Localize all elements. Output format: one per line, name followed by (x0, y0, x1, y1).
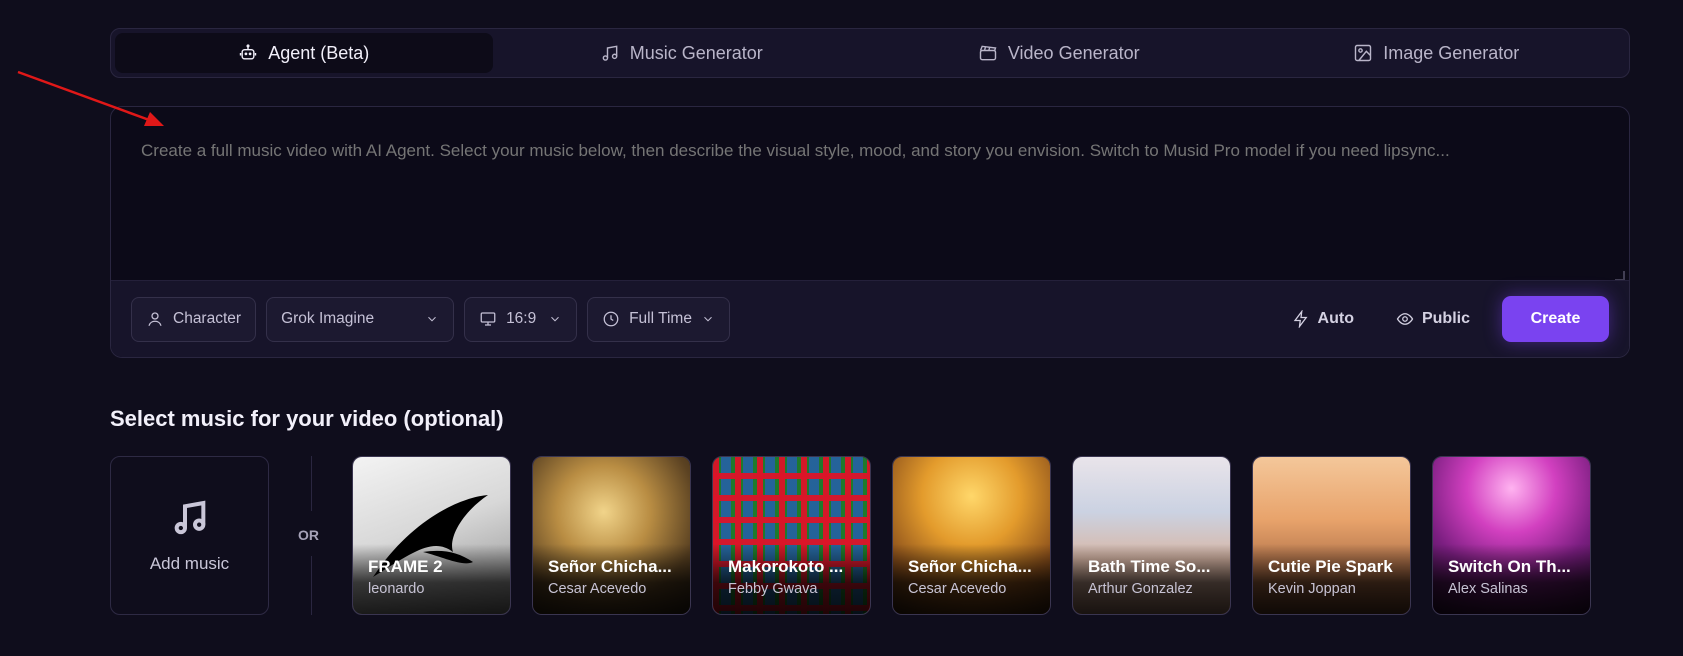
card-shade (1433, 544, 1590, 614)
track-card[interactable]: FRAME 2 leonardo (352, 456, 511, 615)
track-title: Makorokoto ... (728, 557, 844, 576)
track-card[interactable]: Cutie Pie Spark Kevin Joppan (1252, 456, 1411, 615)
eye-icon (1396, 313, 1414, 325)
tab-agent[interactable]: Agent (Beta) (115, 33, 493, 73)
visibility-label: Public (1421, 310, 1470, 327)
main-panel: Agent (Beta) Music Generator Video Gener… (110, 28, 1630, 358)
card-shade (353, 544, 510, 614)
duration-value: Full Time (629, 310, 692, 327)
track-title: Switch On Th... (1448, 557, 1571, 576)
track-artist: Febby Gwava (728, 581, 818, 597)
model-value: Grok Imagine (281, 310, 375, 327)
user-icon (148, 312, 162, 326)
tab-image-generator[interactable]: Image Generator (1248, 33, 1626, 73)
generator-tabs: Agent (Beta) Music Generator Video Gener… (110, 28, 1630, 78)
tab-video-generator-label: Video Generator (1007, 42, 1140, 63)
music-note-icon (174, 500, 205, 534)
track-title: Bath Time So... (1088, 557, 1211, 576)
track-title: Cutie Pie Spark (1268, 557, 1393, 576)
track-card[interactable]: Makorokoto ... Febby Gwava (712, 456, 871, 615)
track-artist: Cesar Acevedo (908, 581, 1007, 597)
aspect-ratio-value: 16:9 (506, 310, 537, 327)
monitor-icon (480, 312, 496, 326)
track-title: Señor Chicha... (908, 557, 1032, 576)
track-artist: Alex Salinas (1448, 581, 1528, 597)
add-music-label: Add music (149, 553, 230, 573)
character-button[interactable]: Character (131, 296, 257, 342)
track-artist: Kevin Joppan (1268, 581, 1356, 597)
chevron-down-icon (428, 316, 436, 322)
robot-icon (240, 44, 257, 60)
prompt-input[interactable] (111, 107, 1629, 282)
clock-icon (603, 311, 619, 327)
duration-select[interactable]: Full Time (587, 296, 731, 342)
track-artist: Cesar Acevedo (548, 581, 647, 597)
prompt-box: Character Grok Imagine 16:9 Full Time Au… (110, 106, 1630, 358)
add-music-button[interactable]: Add music (110, 456, 269, 615)
tab-agent-label: Agent (Beta) (268, 42, 370, 63)
image-icon (1354, 44, 1372, 62)
clapperboard-icon (979, 45, 997, 61)
track-title: Señor Chicha... (548, 557, 672, 576)
track-artist: Arthur Gonzalez (1088, 581, 1193, 597)
divider-bottom (311, 556, 312, 615)
model-select[interactable]: Grok Imagine (266, 296, 455, 342)
card-shade (713, 544, 870, 614)
tab-image-generator-label: Image Generator (1383, 42, 1520, 63)
auto-button[interactable]: Auto (1276, 310, 1370, 328)
chevron-down-icon (704, 316, 712, 322)
music-section-title: Select music for your video (optional) (110, 406, 504, 431)
track-card[interactable]: Switch On Th... Alex Salinas (1432, 456, 1591, 615)
track-artist: leonardo (368, 581, 425, 597)
chevron-down-icon (551, 316, 559, 322)
create-button[interactable]: Create (1502, 296, 1609, 342)
music-note-icon (602, 45, 618, 61)
track-list: FRAME 2 leonardo Señor Chicha... Cesar A… (352, 456, 1591, 615)
track-card[interactable]: Señor Chicha... Cesar Acevedo (532, 456, 691, 615)
tab-music-generator[interactable]: Music Generator (493, 33, 871, 73)
character-label: Character (173, 310, 242, 327)
visibility-button[interactable]: Public (1380, 310, 1486, 328)
card-shade (1253, 544, 1410, 614)
track-card[interactable]: Señor Chicha... Cesar Acevedo (892, 456, 1051, 615)
or-separator: OR (298, 527, 319, 543)
track-card[interactable]: Bath Time So... Arthur Gonzalez (1072, 456, 1231, 615)
tab-video-generator[interactable]: Video Generator (870, 33, 1248, 73)
auto-label: Auto (1317, 310, 1354, 327)
aspect-ratio-select[interactable]: 16:9 (464, 296, 578, 342)
card-shade (1073, 544, 1230, 614)
divider-top (311, 456, 312, 511)
card-shade (893, 544, 1050, 614)
lightning-icon (1293, 310, 1308, 328)
prompt-toolbar: Character Grok Imagine 16:9 Full Time Au… (111, 280, 1629, 357)
track-title: FRAME 2 (368, 557, 443, 576)
card-shade (533, 544, 690, 614)
tab-music-generator-label: Music Generator (629, 42, 763, 63)
